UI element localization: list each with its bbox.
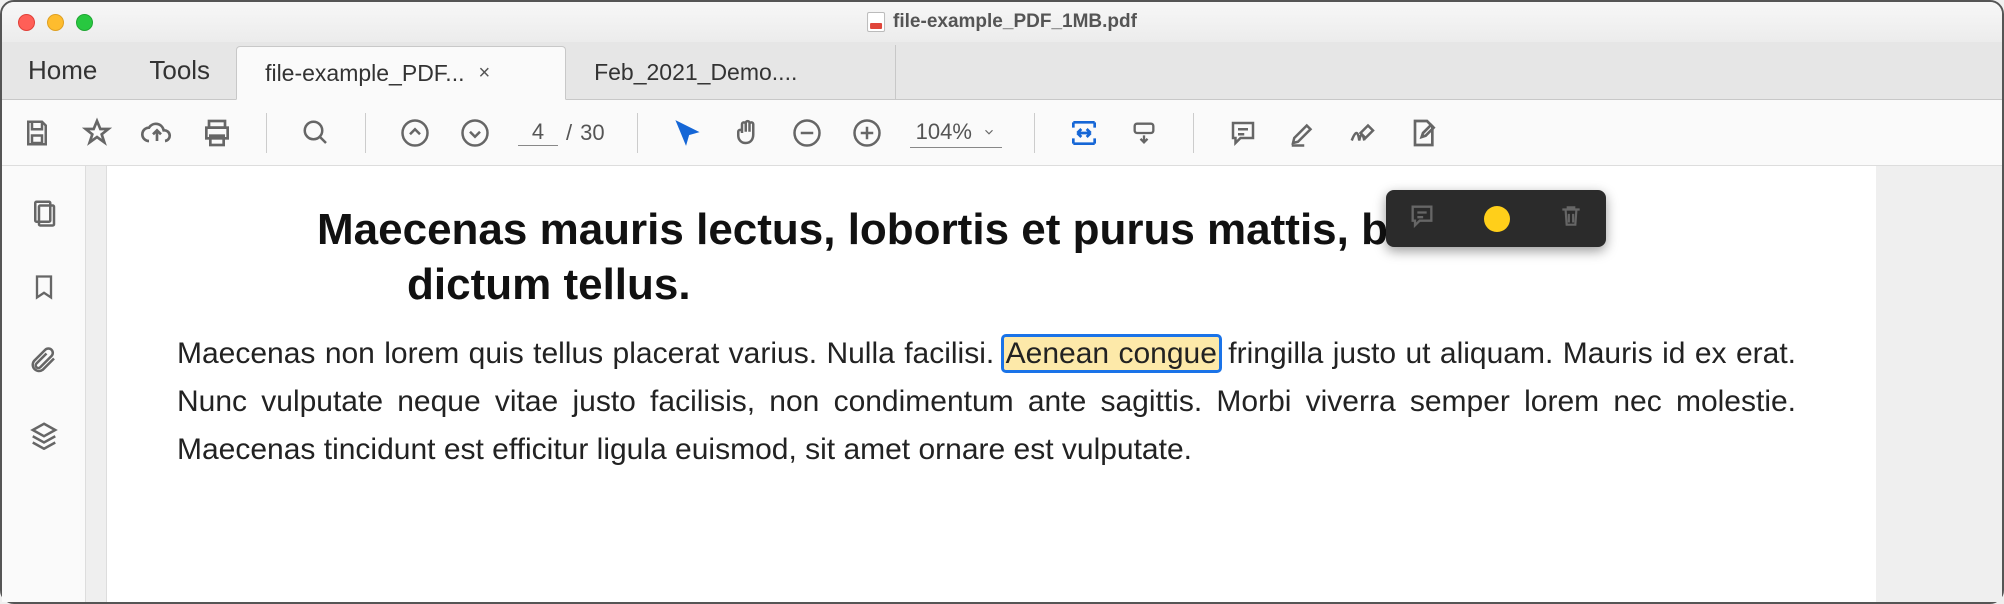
page-viewport[interactable]: Maecenas mauris lectus, lobortis et puru… [86,166,2002,602]
delete-highlight-icon[interactable] [1558,202,1584,235]
toolbar: 4 / 30 104% [2,100,2002,166]
document-tab-label: file-example_PDF... [265,60,464,87]
bookmark-icon[interactable] [27,270,61,304]
page-number-input[interactable]: 4 / 30 [518,119,605,146]
add-note-icon[interactable] [1408,202,1436,235]
separator [365,113,366,153]
save-icon[interactable] [20,116,54,150]
search-icon[interactable] [299,116,333,150]
titlebar: file-example_PDF_1MB.pdf [2,2,2002,42]
cloud-upload-icon[interactable] [140,116,174,150]
window-title: file-example_PDF_1MB.pdf [867,11,1137,33]
signature-icon[interactable] [1346,116,1380,150]
window-title-text: file-example_PDF_1MB.pdf [893,11,1137,33]
separator [637,113,638,153]
comment-icon[interactable] [1226,116,1260,150]
zoom-in-icon[interactable] [850,116,884,150]
body-paragraph: Maecenas non lorem quis tellus placerat … [177,330,1796,474]
current-page[interactable]: 4 [518,119,558,146]
separator [266,113,267,153]
chevron-down-icon [982,125,996,139]
zoom-out-icon[interactable] [790,116,824,150]
tab-bar: Home Tools file-example_PDF... × Feb_202… [2,42,2002,100]
para-before: Maecenas non lorem quis tellus placerat … [177,337,1004,370]
attachment-icon[interactable] [27,344,61,378]
page-separator: / [566,120,572,146]
document-tab-active[interactable]: file-example_PDF... × [236,46,566,100]
close-tab-icon[interactable]: × [478,62,490,85]
layers-icon[interactable] [27,418,61,452]
window-controls [18,14,93,31]
close-window[interactable] [18,14,35,31]
separator [1034,113,1035,153]
scroll-mode-icon[interactable] [1127,116,1161,150]
highlight-context-menu [1386,190,1606,247]
zoom-value: 104% [916,119,972,145]
document-tab[interactable]: Feb_2021_Demo.... [566,45,896,99]
minimize-window[interactable] [47,14,64,31]
maximize-window[interactable] [76,14,93,31]
heading-line1: Maecenas mauris lectus, lobortis et puru… [317,205,1505,254]
page-down-icon[interactable] [458,116,492,150]
zoom-select[interactable]: 104% [910,117,1002,148]
heading-line2: dictum tellus. [317,257,1796,312]
tab-home[interactable]: Home [2,41,123,99]
select-tool-icon[interactable] [670,116,704,150]
tab-tools[interactable]: Tools [123,41,236,99]
separator [1193,113,1194,153]
print-icon[interactable] [200,116,234,150]
total-pages: 30 [580,120,604,146]
star-icon[interactable] [80,116,114,150]
hand-tool-icon[interactable] [730,116,764,150]
thumbnails-icon[interactable] [27,196,61,230]
pdf-page: Maecenas mauris lectus, lobortis et puru… [106,166,1876,602]
highlight-color-yellow[interactable] [1484,206,1510,232]
edit-pdf-icon[interactable] [1406,116,1440,150]
fit-width-icon[interactable] [1067,116,1101,150]
left-sidebar [2,166,86,602]
content-area: Maecenas mauris lectus, lobortis et puru… [2,166,2002,602]
document-tab-label: Feb_2021_Demo.... [594,59,797,86]
page-up-icon[interactable] [398,116,432,150]
highlighted-text[interactable]: Aenean congue [1004,337,1219,370]
highlight-pen-icon[interactable] [1286,116,1320,150]
pdf-file-icon [867,12,885,32]
